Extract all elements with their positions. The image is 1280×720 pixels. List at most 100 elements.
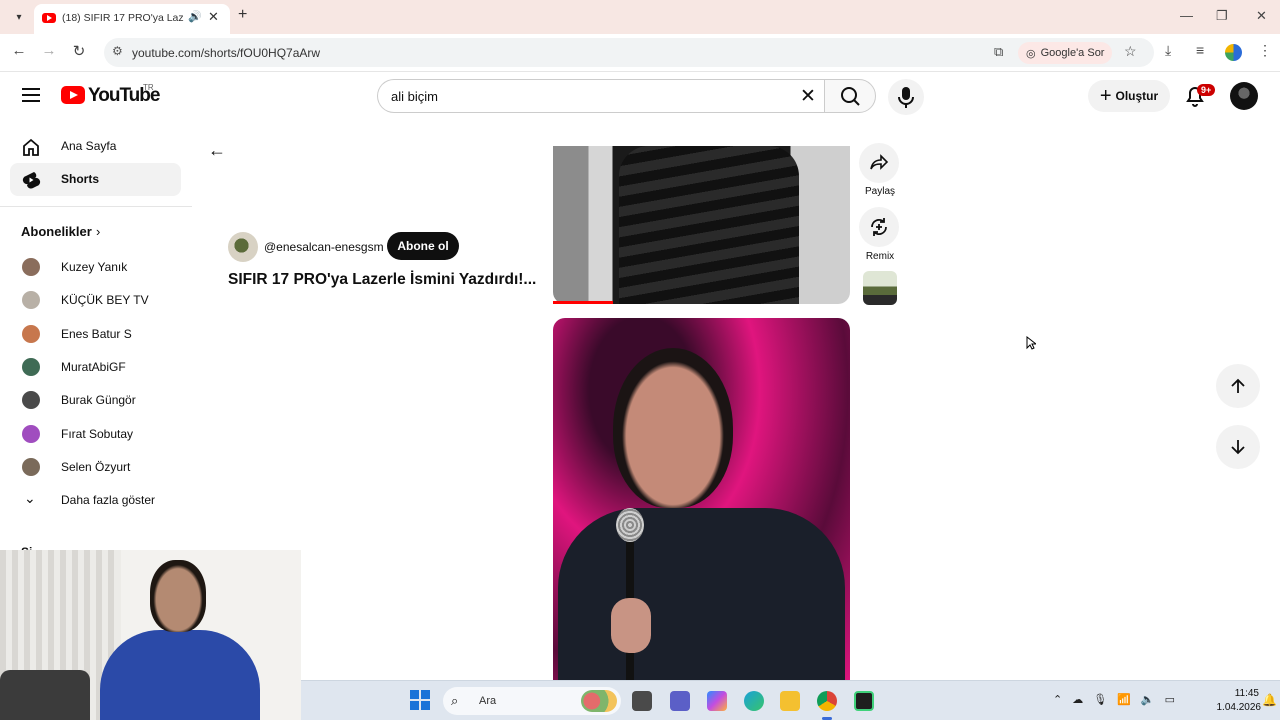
webcam-person-shirt [100,630,260,720]
user-avatar[interactable] [1230,82,1258,110]
task-view-icon[interactable] [632,691,652,711]
minimize-button[interactable]: — [1180,8,1193,23]
subscription-item[interactable]: Kuzey Yanık [10,250,181,283]
sound-thumbnail[interactable] [863,271,897,305]
lens-icon: ◎ [1026,47,1036,60]
url-text[interactable]: youtube.com/shorts/fOU0HQ7aArw [132,46,320,60]
show-more-button[interactable]: ⌄ Daha fazla göster [10,483,181,516]
short-channel-avatar[interactable] [228,232,258,262]
clock-date[interactable]: 1.04.2026 [1205,702,1262,713]
tab-close-icon[interactable]: ✕ [208,9,219,25]
subscription-item[interactable]: KÜÇÜK BEY TV [10,283,181,316]
share-button[interactable] [859,143,899,183]
clock-time[interactable]: 11:45 [1213,688,1259,699]
maximize-button[interactable]: ❐ [1216,8,1228,24]
teams-icon[interactable] [670,691,690,711]
country-code: TR [143,83,154,92]
share-label: Paylaş [864,186,895,197]
tab-search-dropdown-icon[interactable]: ▾ [8,7,30,27]
sidebar-item-label: Ana Sayfa [61,139,117,153]
browser-menu-icon[interactable]: ⋮ [1258,42,1272,59]
previous-short-video[interactable] [553,146,850,304]
subscription-label: Burak Güngör [61,393,136,407]
chrome-icon[interactable] [817,691,837,711]
clear-search-icon[interactable]: ✕ [800,85,816,108]
obs-recorder-icon[interactable] [854,691,874,711]
wifi-icon[interactable]: 📶 [1117,693,1131,706]
search-icon [841,87,860,106]
windows-start-icon[interactable] [410,690,432,712]
shorts-icon [22,172,41,189]
remix-icon [871,218,887,236]
back-arrow-icon[interactable]: ← [208,140,226,161]
short-channel-name[interactable]: @enesalcan-enesgsm [264,240,384,254]
search-button[interactable] [824,79,876,113]
downloads-icon[interactable]: ⤓ [1165,42,1171,59]
volume-icon[interactable]: 🔈 [1141,693,1155,706]
address-bar[interactable]: ⚙ youtube.com/shorts/fOU0HQ7aArw ⧉ ◎ Goo… [104,38,1154,67]
subscription-item[interactable]: Enes Batur S [10,317,181,350]
forward-icon[interactable]: → [38,42,60,59]
search-query[interactable]: ali biçim [391,89,438,104]
create-label: Oluştur [1115,89,1159,103]
subscription-item[interactable]: Selen Özyurt [10,450,181,483]
tab-audio-icon[interactable]: 🔊 [188,10,202,23]
browser-profile-icon[interactable] [1225,44,1242,61]
subscription-item[interactable]: Burak Güngör [10,383,181,416]
microphone-head [616,508,644,542]
copilot-icon[interactable] [707,691,727,711]
taskbar-search-placeholder: Ara [479,695,497,707]
active-tab[interactable]: (18) SIFIR 17 PRO'ya Lazerle 🔊 ✕ [34,4,230,34]
browser-toolbar: ← → ↻ ⚙ youtube.com/shorts/fOU0HQ7aArw ⧉… [0,34,1280,72]
google-ask-button[interactable]: ◎ Google'a Sor [1018,42,1113,64]
channel-avatar [22,391,40,409]
sidebar-item-home[interactable]: Ana Sayfa [10,130,181,163]
short-title[interactable]: SIFIR 17 PRO'ya Lazerle İsmini Yazdırdı!… [228,271,536,289]
microphone-tray-icon[interactable]: 🎙 [1093,693,1107,706]
subscribe-button[interactable]: Abone ol [387,232,459,260]
bookmark-star-icon[interactable]: ☆ [1124,43,1137,60]
taskbar-search-box[interactable]: ⌕ Ara [443,687,621,715]
edge-icon[interactable] [744,691,764,711]
arrow-down-icon [1231,440,1245,455]
video-progress-bar[interactable] [553,301,613,304]
remix-button[interactable] [859,207,899,247]
video-person-head [613,348,733,508]
chevron-right-icon[interactable]: › [96,224,100,239]
subscription-label: Selen Özyurt [61,460,131,474]
onedrive-icon[interactable]: ☁ [1072,693,1083,706]
channel-avatar [22,358,40,376]
show-more-label: Daha fazla göster [61,493,156,507]
channel-avatar [22,458,40,476]
search-input[interactable]: ali biçim ✕ [377,79,824,113]
new-tab-button[interactable]: + [238,6,247,24]
subscription-label: KÜÇÜK BEY TV [61,293,149,307]
channel-avatar [22,325,40,343]
channel-avatar [22,425,40,443]
system-tray: ⌃ ☁ 🎙 📶 🔈 ▭ [1053,693,1175,706]
reload-icon[interactable]: ↻ [68,42,90,60]
webcam-overlay [0,550,301,720]
site-info-icon[interactable]: ⚙ [112,44,123,58]
reading-list-icon[interactable]: ≡ [1196,42,1204,58]
subscription-item[interactable]: Fırat Sobutay [10,417,181,450]
tray-expand-icon[interactable]: ⌃ [1053,693,1062,706]
youtube-logo-icon[interactable] [61,86,85,104]
subscriptions-heading[interactable]: Abonelikler [21,224,92,239]
back-icon[interactable]: ← [8,42,30,59]
current-short-video[interactable] [553,318,850,680]
sidebar-item-shorts[interactable]: Shorts [10,163,181,196]
battery-icon[interactable]: ▭ [1165,693,1175,706]
voice-search-button[interactable] [888,79,924,115]
sidebar-item-label: Shorts [61,172,100,186]
previous-short-button[interactable] [1216,364,1260,408]
subscription-item[interactable]: MuratAbiGF [10,350,181,383]
notification-center-icon[interactable]: 🔔 [1262,693,1277,707]
windows-taskbar: ⌕ Ara ⌃ ☁ 🎙 📶 🔈 ▭ 11:45 1.04.2026 🔔 [301,680,1280,720]
file-explorer-icon[interactable] [780,691,800,711]
next-short-button[interactable] [1216,425,1260,469]
close-window-button[interactable]: ✕ [1256,8,1267,24]
hamburger-menu-icon[interactable] [22,88,40,106]
install-app-icon[interactable]: ⧉ [994,44,1003,60]
create-button[interactable]: + Oluştur [1088,80,1170,112]
